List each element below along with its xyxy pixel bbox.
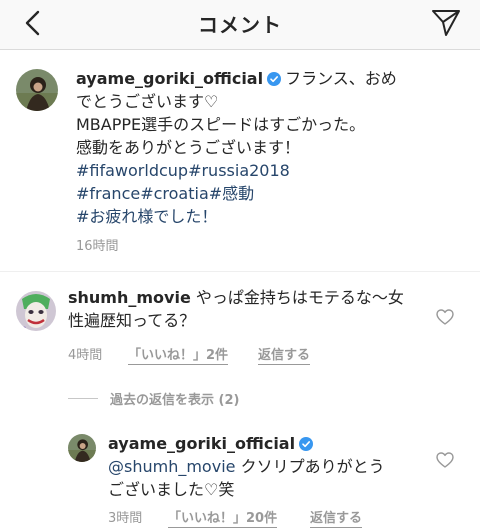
caption-line: でとうございます♡ <box>76 92 219 111</box>
reply-username[interactable]: ayame_goriki_official <box>108 434 295 453</box>
comment-reply-wrap: 返信する <box>258 344 311 365</box>
reply-reply-wrap: 返信する <box>310 507 363 528</box>
hashtag-link[interactable]: #fifaworldcup#russia2018 <box>76 161 290 180</box>
comment-username[interactable]: shumh_movie <box>68 288 191 307</box>
reply-likes-link[interactable]: 「いいね！」20件 <box>168 511 278 528</box>
caption-text: ayame_goriki_official フランス、おめ でとうございます♡ M… <box>76 67 466 228</box>
divider-line <box>68 397 98 399</box>
heart-icon[interactable] <box>436 309 454 325</box>
caption-line: フランス、おめ <box>285 69 397 88</box>
reply-item: ayame_goriki_official @shumh_movie クソリプあ… <box>0 428 480 532</box>
reply-timestamp: 3時間 <box>108 511 143 526</box>
post-caption: ayame_goriki_official フランス、おめ でとうございます♡ M… <box>0 51 480 272</box>
reply-button[interactable]: 返信する <box>258 348 311 365</box>
reply-text: ayame_goriki_official @shumh_movie クソリプあ… <box>108 432 438 501</box>
avatar[interactable] <box>16 69 58 111</box>
hashtag-link[interactable]: #お疲れ様でした！ <box>76 207 217 226</box>
avatar[interactable] <box>68 434 96 462</box>
reply-body: クソリプありがとう <box>235 457 385 476</box>
mention-link[interactable]: @shumh_movie <box>108 457 235 476</box>
verified-badge-icon <box>267 72 282 86</box>
top-nav-bar: コメント <box>0 0 480 50</box>
comment-item: shumh_movie やっぱ金持ちはモテるな〜女 性遍歴知ってる？ 4時間 「… <box>0 285 480 365</box>
comment-text: shumh_movie やっぱ金持ちはモテるな〜女 性遍歴知ってる？ <box>68 286 418 332</box>
comment-likes-wrap: 「いいね！」2件 <box>128 344 229 365</box>
share-button[interactable] <box>428 6 464 40</box>
hashtag-link[interactable]: #france#croatia#感動 <box>76 184 254 203</box>
comment-body: やっぱ金持ちはモテるな〜女 <box>195 288 404 307</box>
reply-body: ございました♡笑 <box>108 480 235 499</box>
view-previous-replies-button[interactable]: 過去の返信を表示 (2) <box>68 388 239 408</box>
page-title: コメント <box>198 13 282 37</box>
comment-likes-link[interactable]: 「いいね！」2件 <box>128 348 229 365</box>
caption-username[interactable]: ayame_goriki_official <box>76 69 263 88</box>
reply-button[interactable]: 返信する <box>310 511 363 528</box>
comment-timestamp: 4時間 <box>68 348 103 363</box>
caption-line: MBAPPE選手のスピードはすごかった。 <box>76 115 366 134</box>
verified-badge-icon <box>299 437 314 451</box>
view-replies-label: 過去の返信を表示 (2) <box>110 392 240 408</box>
heart-icon[interactable] <box>436 452 454 468</box>
comment-body: 性遍歴知ってる？ <box>68 311 196 330</box>
reply-likes-wrap: 「いいね！」20件 <box>168 507 278 528</box>
caption-timestamp: 16時間 <box>76 239 119 254</box>
caption-line: 感動をありがとうございます！ <box>76 138 301 157</box>
avatar[interactable] <box>16 291 56 331</box>
paper-plane-icon <box>432 10 460 36</box>
